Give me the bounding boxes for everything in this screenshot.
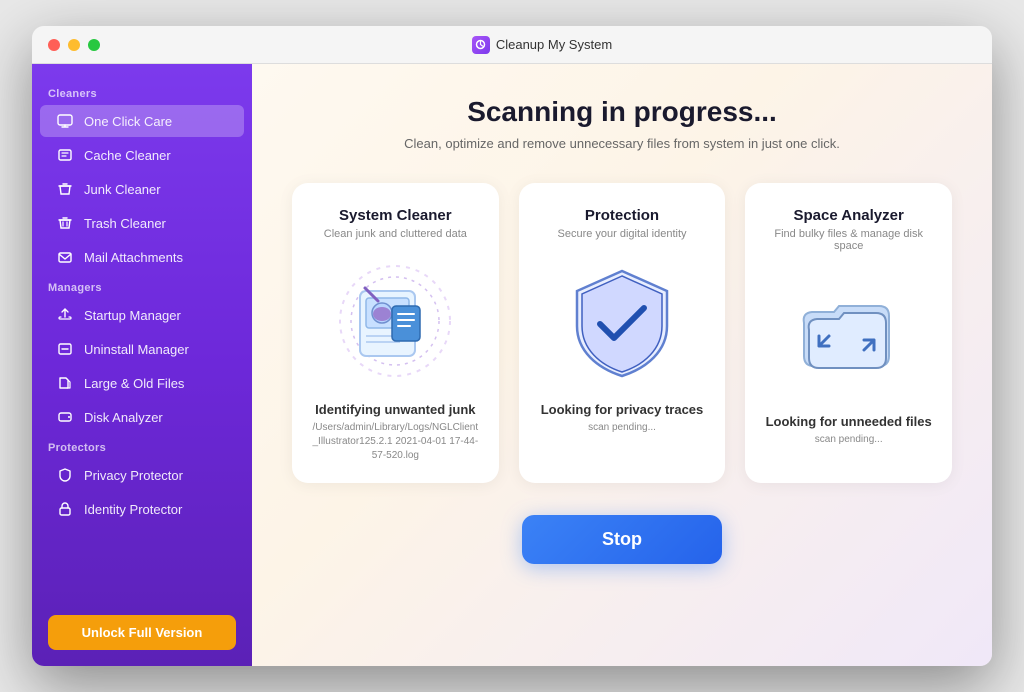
sidebar-item-startup-manager[interactable]: Startup Manager	[40, 299, 244, 331]
maximize-button[interactable]	[88, 39, 100, 51]
sidebar-item-one-click-care[interactable]: One Click Care	[40, 105, 244, 137]
files-icon	[56, 374, 74, 392]
system-cleaner-status: Identifying unwanted junk	[315, 402, 475, 417]
system-cleaner-title: System Cleaner	[339, 207, 452, 224]
protection-card: Protection Secure your digital identity …	[519, 183, 726, 483]
scanning-title: Scanning in progress...	[467, 96, 777, 128]
shield-icon	[56, 466, 74, 484]
title-bar-center: Cleanup My System	[108, 36, 976, 54]
sidebar-label-large-old-files: Large & Old Files	[84, 376, 184, 391]
uninstall-icon	[56, 340, 74, 358]
window-title: Cleanup My System	[496, 37, 612, 52]
sidebar-item-mail-attachments[interactable]: Mail Attachments	[40, 241, 244, 273]
main-content: Cleaners One Click Care Cache Cleaner Ju…	[32, 64, 992, 666]
sidebar-item-disk-analyzer[interactable]: Disk Analyzer	[40, 401, 244, 433]
startup-icon	[56, 306, 74, 324]
space-analyzer-title: Space Analyzer	[794, 207, 904, 224]
sidebar-label-cache-cleaner: Cache Cleaner	[84, 148, 171, 163]
section-label-cleaners: Cleaners	[32, 80, 252, 104]
sidebar-item-cache-cleaner[interactable]: Cache Cleaner	[40, 139, 244, 171]
system-cleaner-subtitle: Clean junk and cluttered data	[324, 228, 467, 240]
sidebar-item-identity-protector[interactable]: Identity Protector	[40, 493, 244, 525]
protection-subtitle: Secure your digital identity	[558, 228, 687, 240]
sidebar-item-junk-cleaner[interactable]: Junk Cleaner	[40, 173, 244, 205]
protection-path: scan pending...	[588, 421, 656, 435]
app-window: Cleanup My System Cleaners One Click Car…	[32, 26, 992, 666]
mail-icon	[56, 248, 74, 266]
content-area: Scanning in progress... Clean, optimize …	[252, 64, 992, 666]
sidebar-item-privacy-protector[interactable]: Privacy Protector	[40, 459, 244, 491]
section-label-protectors: Protectors	[32, 434, 252, 458]
sidebar-label-privacy-protector: Privacy Protector	[84, 468, 183, 483]
stop-button[interactable]: Stop	[522, 515, 722, 564]
cards-row: System Cleaner Clean junk and cluttered …	[292, 183, 952, 483]
sidebar-item-large-old-files[interactable]: Large & Old Files	[40, 367, 244, 399]
protection-illustration	[557, 256, 687, 386]
sidebar-label-trash-cleaner: Trash Cleaner	[84, 216, 166, 231]
sidebar-label-identity-protector: Identity Protector	[84, 502, 182, 517]
space-analyzer-illustration	[784, 268, 914, 398]
sidebar-item-trash-cleaner[interactable]: Trash Cleaner	[40, 207, 244, 239]
junk-icon	[56, 180, 74, 198]
unlock-full-version-button[interactable]: Unlock Full Version	[48, 615, 236, 650]
section-label-managers: Managers	[32, 274, 252, 298]
space-analyzer-subtitle: Find bulky files & manage disk space	[765, 228, 932, 252]
sidebar-label-junk-cleaner: Junk Cleaner	[84, 182, 161, 197]
trash-icon	[56, 214, 74, 232]
sidebar-label-one-click-care: One Click Care	[84, 114, 172, 129]
sidebar-label-startup-manager: Startup Manager	[84, 308, 181, 323]
monitor-icon	[56, 112, 74, 130]
disk-icon	[56, 408, 74, 426]
sidebar-item-uninstall-manager[interactable]: Uninstall Manager	[40, 333, 244, 365]
sidebar-label-uninstall-manager: Uninstall Manager	[84, 342, 189, 357]
space-analyzer-card: Space Analyzer Find bulky files & manage…	[745, 183, 952, 483]
space-analyzer-status: Looking for unneeded files	[766, 414, 932, 429]
system-cleaner-path: /Users/admin/Library/Logs/NGLClient_Illu…	[312, 421, 479, 463]
scanning-subtitle: Clean, optimize and remove unnecessary f…	[404, 136, 840, 151]
close-button[interactable]	[48, 39, 60, 51]
protection-status: Looking for privacy traces	[541, 402, 704, 417]
app-icon	[472, 36, 490, 54]
sidebar-label-disk-analyzer: Disk Analyzer	[84, 410, 163, 425]
system-cleaner-card: System Cleaner Clean junk and cluttered …	[292, 183, 499, 483]
lock-icon	[56, 500, 74, 518]
space-analyzer-path: scan pending...	[815, 433, 883, 447]
title-bar: Cleanup My System	[32, 26, 992, 64]
sidebar-label-mail-attachments: Mail Attachments	[84, 250, 183, 265]
system-cleaner-illustration	[330, 256, 460, 386]
sidebar: Cleaners One Click Care Cache Cleaner Ju…	[32, 64, 252, 666]
minimize-button[interactable]	[68, 39, 80, 51]
protection-title: Protection	[585, 207, 659, 224]
cache-icon	[56, 146, 74, 164]
